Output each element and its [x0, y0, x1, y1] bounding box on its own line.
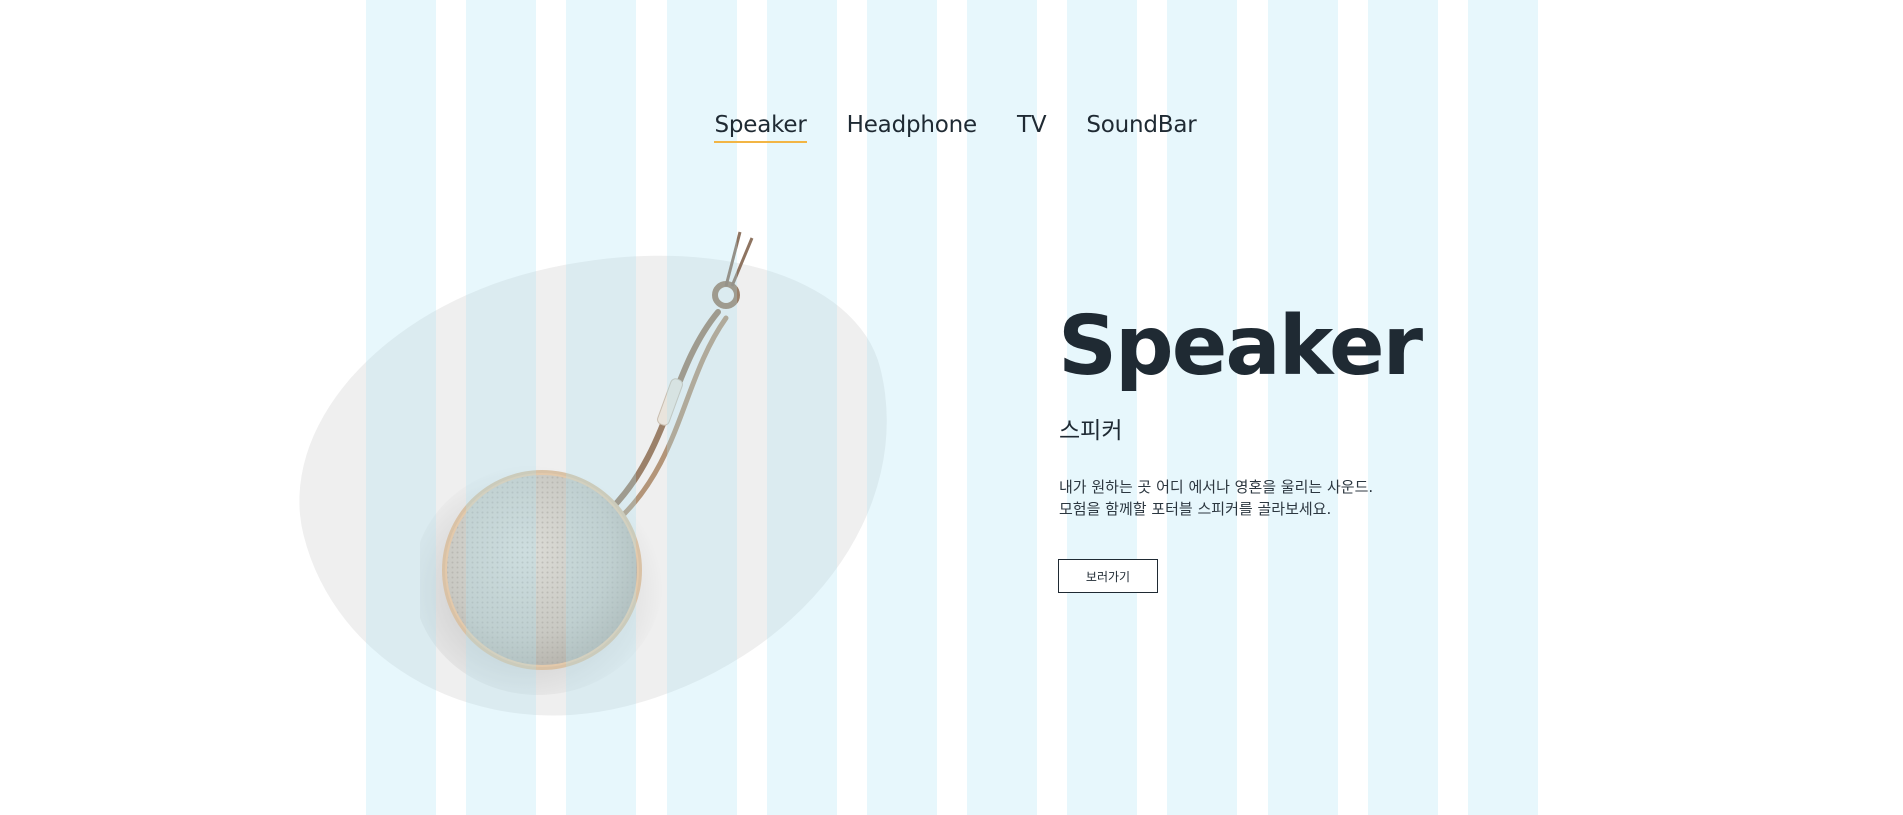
hero-description-line: 모험을 함께할 포터블 스피커를 골라보세요.: [1059, 500, 1332, 518]
view-products-button[interactable]: 보러가기: [1058, 559, 1158, 593]
hero-title: Speaker: [1058, 299, 1423, 394]
nav-item-soundbar[interactable]: SoundBar: [1086, 112, 1196, 143]
nav-item-speaker[interactable]: Speaker: [714, 112, 807, 143]
hero-subtitle: 스피커: [1059, 418, 1123, 444]
hero-description: 내가 원하는 곳 어디 에서나 영혼을 울리는 사운드. 모험을 함께할 포터블…: [1059, 476, 1373, 520]
hero-description-line: 내가 원하는 곳 어디 에서나 영혼을 울리는 사운드.: [1059, 478, 1374, 496]
nav-item-headphone[interactable]: Headphone: [847, 112, 978, 143]
portable-speaker-image: [420, 231, 754, 695]
category-nav: Speaker Headphone TV SoundBar: [0, 112, 1903, 143]
nav-item-tv[interactable]: TV: [1017, 112, 1047, 143]
page: Speaker Headphone TV SoundBar Speaker 스피…: [0, 0, 1903, 815]
